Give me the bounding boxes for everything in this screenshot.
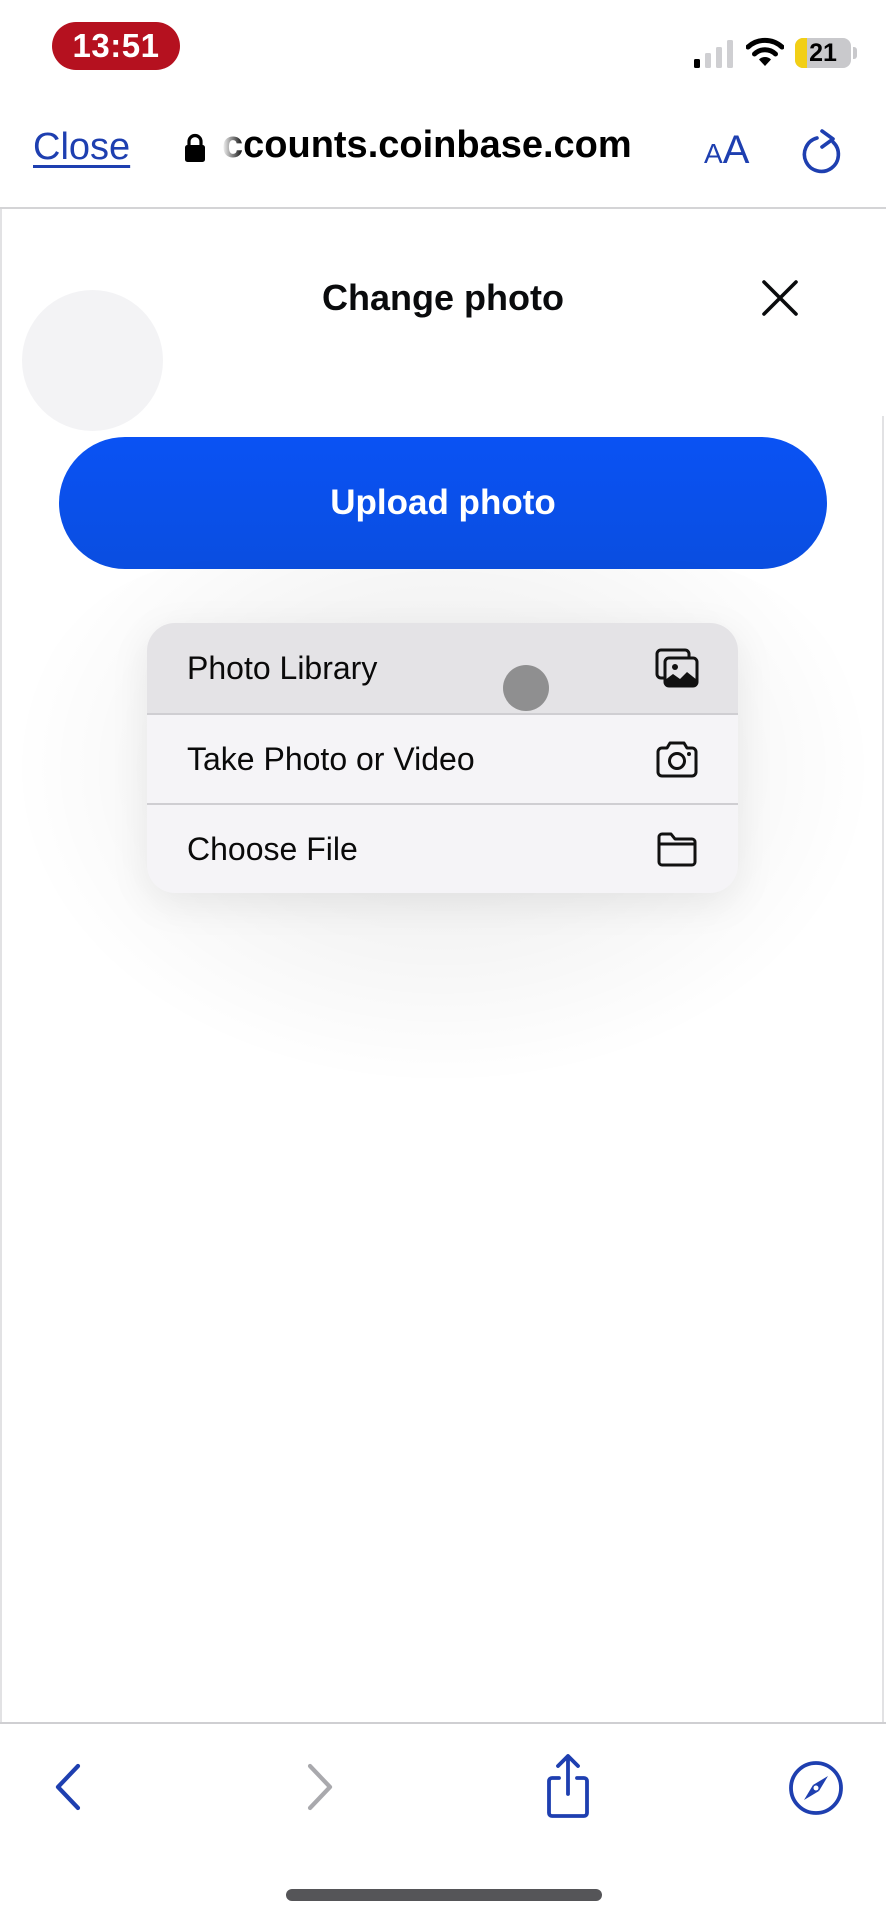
menu-item-photo-library[interactable]: Photo Library xyxy=(147,623,738,713)
compass-icon[interactable] xyxy=(788,1760,844,1816)
text-size-button[interactable]: AA xyxy=(704,128,749,173)
menu-item-label: Photo Library xyxy=(187,649,378,686)
page-right-edge xyxy=(882,416,884,1723)
chevron-left-icon[interactable] xyxy=(48,1760,88,1814)
cellular-signal-icon xyxy=(694,40,733,68)
photo-library-icon xyxy=(655,648,699,688)
modal-title: Change photo xyxy=(322,277,564,318)
menu-item-label: Choose File xyxy=(187,830,358,867)
text-size-small-a: A xyxy=(704,138,723,169)
share-icon[interactable] xyxy=(540,1752,596,1820)
header-divider xyxy=(0,207,886,209)
reload-icon[interactable] xyxy=(800,125,848,175)
menu-item-take-photo[interactable]: Take Photo or Video xyxy=(147,714,738,804)
url-address[interactable]: ccounts.coinbase.com xyxy=(222,124,667,167)
page-left-edge xyxy=(0,209,2,1723)
battery-level: 21 xyxy=(809,38,837,67)
close-browser-link[interactable]: Close xyxy=(33,126,130,169)
upload-photo-button[interactable]: Upload photo xyxy=(59,437,827,569)
battery-icon: 21 xyxy=(795,38,851,68)
battery-cap xyxy=(853,47,857,59)
toolbar-divider xyxy=(0,1722,886,1724)
chevron-right-icon[interactable] xyxy=(300,1760,340,1814)
menu-item-label: Take Photo or Video xyxy=(187,740,475,777)
folder-icon xyxy=(657,832,697,867)
text-size-big-a: A xyxy=(722,128,750,172)
lock-icon xyxy=(185,133,205,162)
camera-icon xyxy=(656,741,698,778)
close-icon[interactable] xyxy=(760,278,800,318)
home-indicator[interactable] xyxy=(286,1889,602,1901)
menu-item-choose-file[interactable]: Choose File xyxy=(147,804,738,893)
status-time: 13:51 xyxy=(52,22,180,70)
wifi-icon xyxy=(746,37,784,66)
touch-indicator xyxy=(503,665,549,711)
photo-source-menu: Photo Library Take Photo or Video Choose… xyxy=(147,623,738,893)
